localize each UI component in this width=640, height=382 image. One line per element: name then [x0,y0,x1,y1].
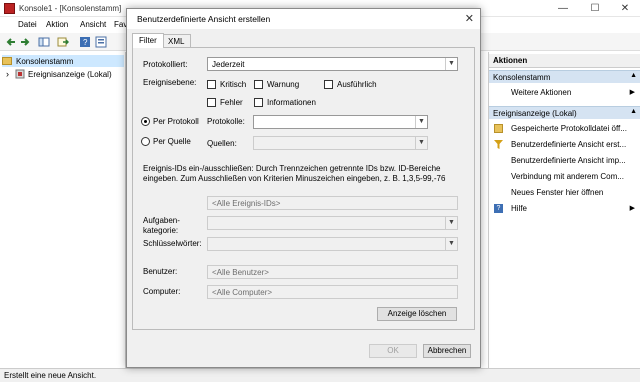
action-label: Weitere Aktionen [511,88,572,97]
radio-per-protokoll[interactable] [141,117,150,126]
expand-chevron-icon[interactable]: › [6,69,9,79]
tree-item-label: Konsolenstamm [16,56,74,66]
logs-select[interactable]: ▼ [253,115,428,129]
action-label: Benutzerdefinierte Ansicht imp... [511,156,626,165]
maximize-button[interactable]: ☐ [580,0,610,17]
label-warnung: Warnung [267,80,300,89]
status-bar: Erstellt eine neue Ansicht. [0,368,640,382]
label-per-quelle: Per Quelle [153,137,191,146]
action-create-custom-view[interactable]: Benutzerdefinierte Ansicht erst... [489,137,640,153]
label-fehler: Fehler [220,98,243,107]
action-label: Gespeicherte Protokolldatei öff... [511,124,627,133]
folder-icon [2,57,12,65]
event-level-label: Ereignisebene: [143,78,197,87]
dialog-title: Benutzerdefinierte Ansicht erstellen [127,9,480,29]
tree-item-konsolenstamm[interactable]: Konsolenstamm [2,55,124,67]
menu-aktion[interactable]: Aktion [46,20,68,29]
logged-label: Protokolliert: [143,60,188,69]
folder-open-icon [494,124,503,133]
window-title: Konsole1 - [Konsolenstamm] [19,4,122,13]
back-icon[interactable] [5,36,17,48]
ok-button[interactable]: OK [369,344,417,358]
collapse-up-icon[interactable]: ▲ [630,108,637,115]
filter-icon [494,140,503,149]
chevron-down-icon: ▼ [415,137,427,149]
actions-group-ereignisanzeige[interactable]: Ereignisanzeige (Lokal) ▲ [489,106,640,119]
event-ids-description: Ereignis-IDs ein-/ausschließen: Durch Tr… [143,164,446,183]
checkbox-ausfuehrlich[interactable] [324,80,333,89]
label-informationen: Informationen [267,98,316,107]
keywords-label: Schlüsselwörter: [143,239,202,248]
sources-select: ▼ [253,136,428,150]
user-label: Benutzer: [143,267,178,276]
task-category-label: Aufgaben- kategorie: [143,216,180,235]
computer-label: Computer: [143,287,181,296]
task-category-select: ▼ [207,216,458,230]
radio-per-quelle[interactable] [141,137,150,146]
cancel-button[interactable]: Abbrechen [423,344,471,358]
menu-datei[interactable]: Datei [18,20,37,29]
create-custom-view-dialog: Benutzerdefinierte Ansicht erstellen ✕ F… [126,8,481,368]
collapse-up-icon[interactable]: ▲ [630,72,637,79]
computer-input[interactable]: <Alle Computer> [207,285,458,299]
event-ids-input[interactable]: <Alle Ereignis-IDs> [207,196,458,210]
svg-text:?: ? [83,38,88,47]
action-label: Verbindung mit anderem Com... [511,172,624,181]
keywords-select: ▼ [207,237,458,251]
console-tree: Konsolenstamm › Ereignisanzeige (Lokal) [0,52,126,368]
help-icon: ? [494,204,503,213]
export-icon[interactable] [57,36,70,48]
label-per-protokoll: Per Protokoll [153,117,199,126]
group-label: Ereignisanzeige (Lokal) [493,109,577,118]
console-tree-icon[interactable] [38,36,50,48]
tree-item-ereignisanzeige[interactable]: › Ereignisanzeige (Lokal) [6,68,112,80]
label-ausfuehrlich: Ausführlich [337,80,377,89]
tab-filter[interactable]: Filter [132,33,164,48]
group-label: Konsolenstamm [493,73,551,82]
logs-label: Protokolle: [207,117,245,126]
label-kritisch: Kritisch [220,80,247,89]
action-weitere-aktionen[interactable]: Weitere Aktionen ▶ [489,85,640,101]
action-help[interactable]: ? Hilfe ▶ [489,201,640,217]
checkbox-fehler[interactable] [207,98,216,107]
action-connect-computer[interactable]: Verbindung mit anderem Com... [489,169,640,185]
tab-xml[interactable]: XML [161,34,192,48]
logged-select[interactable]: Jederzeit ▼ [207,57,458,71]
event-viewer-icon [15,69,25,79]
checkbox-warnung[interactable] [254,80,263,89]
actions-pane: Aktionen Konsolenstamm ▲ Weitere Aktione… [488,52,640,368]
action-label: Benutzerdefinierte Ansicht erst... [511,140,627,149]
mmc-app-icon [4,3,15,14]
action-open-saved-log[interactable]: Gespeicherte Protokolldatei öff... [489,121,640,137]
close-button[interactable]: ✕ [610,0,640,17]
menu-ansicht[interactable]: Ansicht [80,20,106,29]
user-input[interactable]: <Alle Benutzer> [207,265,458,279]
action-label: Neues Fenster hier öffnen [511,188,604,197]
checkbox-kritisch[interactable] [207,80,216,89]
logged-value: Jederzeit [212,60,245,69]
dialog-close-icon[interactable]: ✕ [465,12,474,25]
checkbox-informationen[interactable] [254,98,263,107]
properties-icon[interactable] [95,36,107,48]
sources-label: Quellen: [207,139,237,148]
chevron-down-icon: ▼ [445,238,457,250]
chevron-down-icon: ▼ [415,116,427,128]
submenu-arrow-icon: ▶ [629,89,635,96]
actions-header: Aktionen [489,54,640,68]
minimize-button[interactable]: — [548,0,578,17]
filter-panel: Protokolliert: Jederzeit ▼ Ereignisebene… [132,47,475,330]
action-label: Hilfe [511,204,528,213]
forward-icon[interactable] [19,36,31,48]
clear-button[interactable]: Anzeige löschen [377,307,457,321]
help-icon[interactable]: ? [79,36,91,48]
action-new-window[interactable]: Neues Fenster hier öffnen [489,185,640,201]
submenu-arrow-icon: ▶ [629,205,635,212]
action-import-custom-view[interactable]: Benutzerdefinierte Ansicht imp... [489,153,640,169]
actions-group-konsolenstamm[interactable]: Konsolenstamm ▲ [489,70,640,83]
chevron-down-icon: ▼ [445,217,457,229]
tree-item-label: Ereignisanzeige (Lokal) [28,69,112,79]
chevron-down-icon: ▼ [445,58,457,70]
